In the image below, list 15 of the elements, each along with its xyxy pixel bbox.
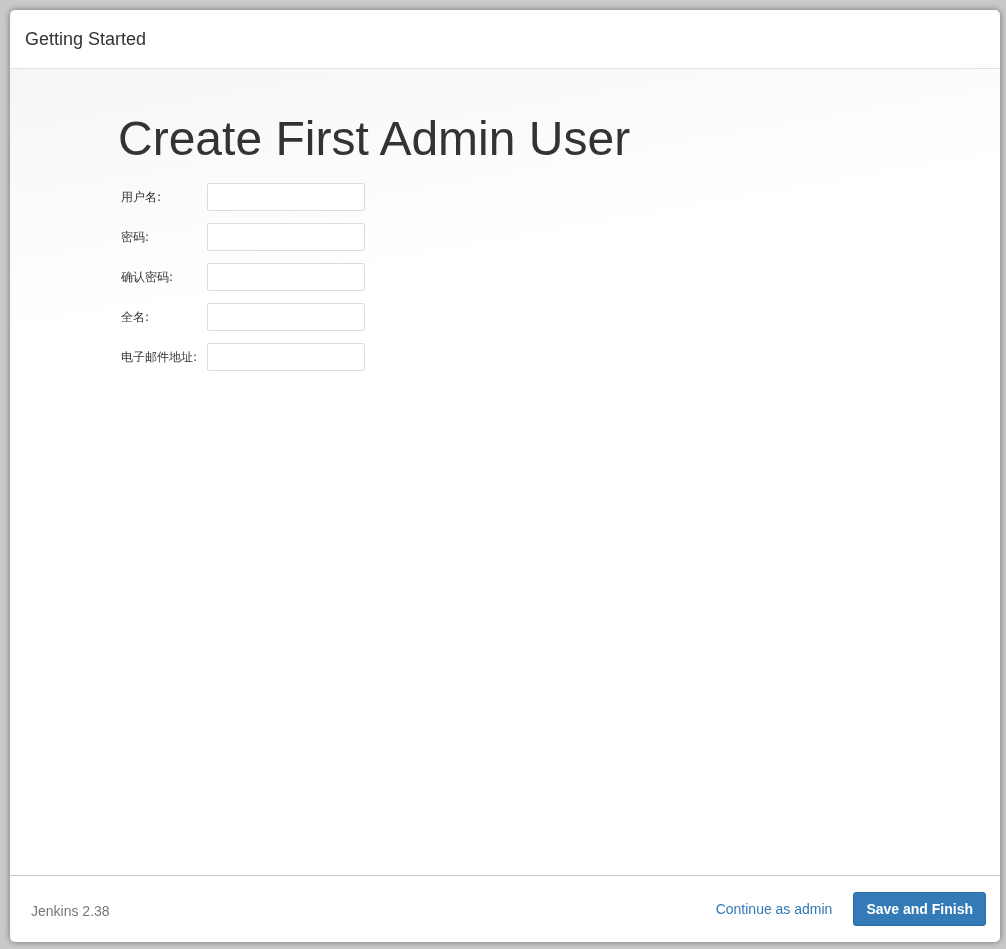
field-label: 电子邮件地址: <box>120 348 199 366</box>
field-label: 用户名: <box>120 188 163 206</box>
page-heading: Create First Admin User <box>118 111 632 167</box>
dialog-title: Getting Started <box>25 28 147 50</box>
input-field[interactable] <box>207 263 365 291</box>
version-label: Jenkins 2.38 <box>31 902 110 919</box>
input-field[interactable] <box>207 183 365 211</box>
field-label: 确认密码: <box>120 268 175 286</box>
input-field[interactable] <box>207 343 365 371</box>
field-label: 全名: <box>120 308 151 326</box>
field-label: 密码: <box>120 228 151 246</box>
continue-as-admin-link[interactable]: Continue as admin <box>715 901 833 917</box>
input-field[interactable] <box>207 303 365 331</box>
save-and-finish-button[interactable]: Save and Finish <box>853 892 986 926</box>
input-field[interactable] <box>207 223 365 251</box>
